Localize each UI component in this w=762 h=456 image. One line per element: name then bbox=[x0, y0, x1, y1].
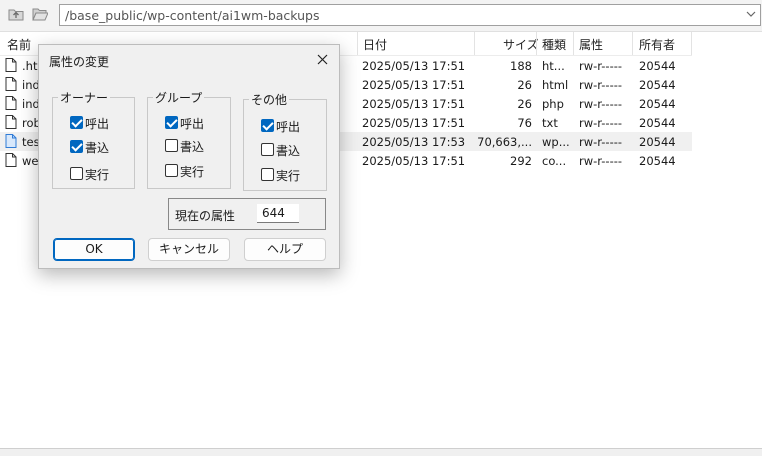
file-owner: 20544 bbox=[639, 116, 676, 130]
group-group-label: グループ bbox=[153, 89, 205, 106]
file-date: 2025/05/13 17:51 bbox=[362, 59, 466, 73]
owner-group-label: オーナー bbox=[58, 89, 111, 106]
dropdown-chevron-icon[interactable] bbox=[746, 9, 756, 19]
toolbar: /base_public/wp-content/ai1wm-backups bbox=[0, 0, 762, 32]
cancel-button[interactable]: キャンセル bbox=[148, 238, 230, 261]
group-read-label[interactable]: 呼出 bbox=[180, 115, 204, 132]
file-size: 292 bbox=[510, 154, 532, 168]
owner-exec-checkbox[interactable] bbox=[70, 167, 83, 180]
col-owner[interactable]: 所有者 bbox=[639, 36, 675, 53]
owner-write-checkbox[interactable] bbox=[70, 140, 83, 153]
current-attr-input[interactable]: 644 bbox=[257, 204, 299, 223]
group-exec-label[interactable]: 実行 bbox=[180, 163, 204, 180]
file-icon bbox=[5, 77, 17, 91]
file-type: ht... bbox=[542, 59, 565, 73]
col-attr[interactable]: 属性 bbox=[579, 36, 603, 53]
col-size[interactable]: サイズ bbox=[503, 36, 539, 53]
file-size: 76 bbox=[517, 116, 532, 130]
file-type: html bbox=[542, 78, 569, 92]
file-attr: rw-r----- bbox=[579, 59, 623, 73]
file-owner: 20544 bbox=[639, 135, 676, 149]
owner-read-label[interactable]: 呼出 bbox=[85, 115, 109, 132]
path-input[interactable]: /base_public/wp-content/ai1wm-backups bbox=[59, 4, 761, 26]
owner-group: オーナー 呼出 書込 実行 bbox=[52, 89, 135, 189]
column-divider[interactable] bbox=[536, 32, 537, 55]
file-type: txt bbox=[542, 116, 558, 130]
file-size: 70,663,... bbox=[477, 135, 532, 149]
file-attr: rw-r----- bbox=[579, 154, 623, 168]
group-group: グループ 呼出 書込 実行 bbox=[147, 89, 231, 189]
file-type: php bbox=[542, 97, 564, 111]
file-type: co... bbox=[542, 154, 567, 168]
file-date: 2025/05/13 17:51 bbox=[362, 97, 466, 111]
group-exec-checkbox[interactable] bbox=[165, 164, 178, 177]
other-group-label: その他 bbox=[249, 91, 290, 108]
col-date[interactable]: 日付 bbox=[363, 36, 387, 53]
file-type: wp... bbox=[542, 135, 570, 149]
other-write-label[interactable]: 書込 bbox=[276, 142, 300, 159]
owner-write-label[interactable]: 書込 bbox=[85, 139, 109, 156]
column-divider[interactable] bbox=[573, 32, 574, 55]
path-text[interactable]: /base_public/wp-content/ai1wm-backups bbox=[65, 8, 320, 23]
file-owner: 20544 bbox=[639, 78, 676, 92]
file-date: 2025/05/13 17:51 bbox=[362, 154, 466, 168]
owner-exec-label[interactable]: 実行 bbox=[85, 166, 109, 183]
group-write-checkbox[interactable] bbox=[165, 139, 178, 152]
permissions-dialog: 属性の変更 オーナー 呼出 書込 実行 グループ 呼出 書込 実行 その他 呼出… bbox=[38, 44, 340, 269]
dialog-title: 属性の変更 bbox=[49, 55, 110, 69]
column-divider[interactable] bbox=[632, 32, 633, 55]
file-owner: 20544 bbox=[639, 97, 676, 111]
other-exec-label[interactable]: 実行 bbox=[276, 167, 300, 184]
other-write-checkbox[interactable] bbox=[261, 143, 274, 156]
col-type[interactable]: 種類 bbox=[542, 36, 566, 53]
column-divider[interactable] bbox=[691, 32, 692, 55]
file-attr: rw-r----- bbox=[579, 135, 623, 149]
file-icon bbox=[5, 115, 17, 129]
help-button[interactable]: ヘルプ bbox=[244, 238, 326, 261]
file-icon bbox=[5, 134, 17, 148]
ok-button[interactable]: OK bbox=[53, 238, 135, 261]
owner-read-checkbox[interactable] bbox=[70, 116, 83, 129]
column-divider[interactable] bbox=[474, 32, 475, 55]
file-date: 2025/05/13 17:51 bbox=[362, 78, 466, 92]
file-icon bbox=[5, 96, 17, 110]
file-icon bbox=[5, 58, 17, 72]
current-attr-label: 現在の属性 bbox=[175, 209, 236, 223]
close-icon[interactable] bbox=[317, 54, 328, 65]
folder-open-icon[interactable] bbox=[32, 7, 48, 21]
folder-up-icon[interactable] bbox=[8, 7, 24, 21]
file-attr: rw-r----- bbox=[579, 78, 623, 92]
other-group: その他 呼出 書込 実行 bbox=[243, 91, 327, 191]
other-exec-checkbox[interactable] bbox=[261, 168, 274, 181]
file-owner: 20544 bbox=[639, 154, 676, 168]
group-read-checkbox[interactable] bbox=[165, 116, 178, 129]
file-size: 26 bbox=[517, 97, 532, 111]
file-attr: rw-r----- bbox=[579, 97, 623, 111]
file-size: 26 bbox=[517, 78, 532, 92]
current-attr-box: 現在の属性 644 bbox=[168, 198, 326, 230]
file-size: 188 bbox=[510, 59, 532, 73]
file-date: 2025/05/13 17:53 bbox=[362, 135, 466, 149]
other-read-label[interactable]: 呼出 bbox=[276, 118, 300, 135]
file-date: 2025/05/13 17:51 bbox=[362, 116, 466, 130]
column-divider[interactable] bbox=[357, 32, 358, 55]
group-write-label[interactable]: 書込 bbox=[180, 138, 204, 155]
col-name[interactable]: 名前 bbox=[7, 36, 31, 53]
other-read-checkbox[interactable] bbox=[261, 119, 274, 132]
file-owner: 20544 bbox=[639, 59, 676, 73]
file-attr: rw-r----- bbox=[579, 116, 623, 130]
file-icon bbox=[5, 153, 17, 167]
